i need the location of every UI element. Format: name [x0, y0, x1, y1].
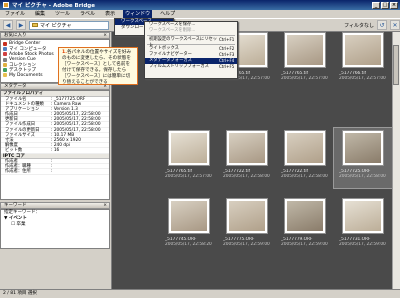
- menu-separator: [147, 44, 235, 45]
- keywords-header[interactable]: キーワード ×: [0, 202, 110, 209]
- keywords-panel: 指定キーワード： ▼ イベント ☐ 卒業: [0, 209, 110, 249]
- thumbnail-date: 2005/05/17, 22:58:20: [165, 242, 212, 247]
- photo-preview: [171, 133, 207, 163]
- close-button[interactable]: ×: [390, 1, 398, 9]
- photo-preview: [171, 201, 207, 231]
- photo-preview: [345, 35, 381, 65]
- thumbnail-item[interactable]: _5177722.tif 2005/05/17, 22:58:00: [218, 128, 276, 188]
- photo-preview: [345, 201, 381, 231]
- thumbnail-image[interactable]: [168, 198, 210, 234]
- menu-item-filmstrip-focus[interactable]: フィルムストリップフォーカス Ctrl+F5: [145, 64, 237, 70]
- thumbnail-item[interactable]: _5177765.tif2005/05/17, 22:57:00: [276, 30, 334, 90]
- path-label: マイ ピクチャ: [40, 22, 72, 29]
- stock-photos-icon: [3, 52, 7, 57]
- menu-edit[interactable]: 編集: [33, 10, 47, 18]
- thumbnail-item[interactable]: _5177725.ORF 2005/05/17, 22:58:00: [333, 127, 393, 189]
- photo-preview: [287, 201, 323, 231]
- photo-preview: [287, 35, 323, 65]
- bridge-icon: [3, 41, 7, 46]
- workspace-submenu: ワークスペースを保存... ワークスペースを削除... 初期設定のワークスペース…: [144, 21, 238, 79]
- thumbnail-date: 2005/05/17, 22:59:00: [339, 242, 386, 247]
- thumbnail-image[interactable]: [284, 130, 326, 166]
- thumbnail-image[interactable]: [342, 32, 384, 68]
- menu-view[interactable]: 表示: [103, 10, 117, 18]
- thumbnail-image[interactable]: [284, 32, 326, 68]
- folder-icon: [3, 73, 7, 78]
- thumbnail-image[interactable]: [342, 130, 384, 166]
- keyword-item[interactable]: ☐ 卒業: [1, 222, 109, 228]
- thumbnail-item[interactable]: _5177731.ORF 2005/05/17, 22:59:00: [334, 196, 392, 256]
- app-icon: [3, 2, 9, 8]
- close-icon[interactable]: ×: [103, 33, 107, 39]
- rotate-icon[interactable]: ↺: [377, 20, 387, 30]
- thumbnail-image[interactable]: [226, 198, 268, 234]
- thumbnail-item[interactable]: _5177745.ORF 2005/05/17, 22:58:20: [160, 196, 218, 256]
- back-arrow-icon[interactable]: ◀: [3, 20, 13, 30]
- thumbnail-date: 2005/05/17, 22:58:00: [281, 174, 328, 179]
- photo-preview: [345, 133, 381, 163]
- favorites-header[interactable]: お気に入り ×: [0, 32, 110, 39]
- thumbnail-date: 2005/05/17, 22:58:00: [339, 174, 386, 179]
- minimize-button[interactable]: _: [372, 1, 380, 9]
- annotation-callout: 1.各パネルの位置やサイズを好みのものに変更したら、その状態を［ワークスペース］…: [58, 47, 138, 85]
- title-bar: マイ ピクチャ - Adobe Bridge _ □ ×: [0, 0, 400, 10]
- status-bar: 2 / 81 項目 選択: [0, 289, 400, 298]
- thumbnail-image[interactable]: [342, 198, 384, 234]
- metadata-row[interactable]: 作成者：住所:: [1, 169, 109, 175]
- window-title: マイ ピクチャ - Adobe Bridge: [12, 3, 95, 9]
- thumbnail-item[interactable]: _5177722.tif 2005/05/17, 22:58:00: [276, 128, 334, 188]
- annotation-text: 各パネルの位置やサイズを好みのものに変更したら、その状態を［ワークスペース］とし…: [62, 50, 132, 85]
- photo-preview: [229, 201, 265, 231]
- path-dropdown[interactable]: マイ ピクチャ: [29, 20, 109, 30]
- menu-help[interactable]: ヘルプ: [158, 10, 177, 18]
- thumbnail-date: 2005/05/17, 22:57:00: [165, 174, 212, 179]
- photo-preview: [287, 133, 323, 163]
- computer-icon: [3, 46, 7, 51]
- thumbnail-date: 2005/05/17, 22:59:00: [281, 242, 328, 247]
- collection-icon: [3, 62, 7, 67]
- desktop-icon: [3, 68, 7, 73]
- menu-label[interactable]: ラベル: [78, 10, 97, 18]
- thumbnail-date: 2005/05/17, 22:57:00: [281, 76, 328, 81]
- thumbnail-image[interactable]: [168, 130, 210, 166]
- delete-icon[interactable]: ✕: [390, 20, 400, 30]
- metadata-panel: ファイルプロパティ ファイル名: _5177725.ORF ドキュメントの種類:…: [0, 90, 110, 200]
- menu-window[interactable]: ウィンドウ: [123, 10, 153, 18]
- thumbnail-date: 2005/05/17, 22:58:00: [223, 174, 270, 179]
- menu-separator: [147, 35, 235, 36]
- photo-preview: [229, 133, 265, 163]
- menu-bar: ファイル 編集 ツール ラベル 表示 ウィンドウ ヘルプ: [0, 10, 400, 18]
- filter-dropdown[interactable]: フィルタなし: [344, 22, 374, 29]
- thumbnail-image[interactable]: [284, 198, 326, 234]
- thumbnail-image[interactable]: [226, 130, 268, 166]
- scrollbar-thumb[interactable]: [393, 45, 399, 85]
- thumbnail-item[interactable]: _5177766.tif 2005/05/17, 22:57:00: [334, 30, 392, 90]
- menu-item-delete-workspace[interactable]: ワークスペースを削除...: [145, 28, 237, 34]
- folder-icon: [32, 23, 38, 27]
- version-cue-icon: [3, 57, 7, 62]
- maximize-button[interactable]: □: [381, 1, 389, 9]
- thumbnail-date: 2005/05/17, 22:59:00: [223, 242, 270, 247]
- thumbnail-item[interactable]: _5177775.ORF 2005/05/17, 22:59:00: [218, 196, 276, 256]
- menu-file[interactable]: ファイル: [3, 10, 27, 18]
- menu-item-reset-workspace[interactable]: 初期設定のワークスペースにリセット Ctrl+F1: [145, 37, 237, 48]
- thumbnail-item[interactable]: _5177779.ORF 2005/05/17, 22:59:00: [276, 196, 334, 256]
- close-icon[interactable]: ×: [103, 203, 107, 209]
- thumbnail-item[interactable]: _5177765.tif2005/05/17, 22:57:00: [160, 128, 218, 188]
- forward-arrow-icon[interactable]: ▶: [16, 20, 26, 30]
- thumbnail-date: 2005/05/17, 22:57:00: [339, 76, 386, 81]
- menu-tools[interactable]: ツール: [53, 10, 72, 18]
